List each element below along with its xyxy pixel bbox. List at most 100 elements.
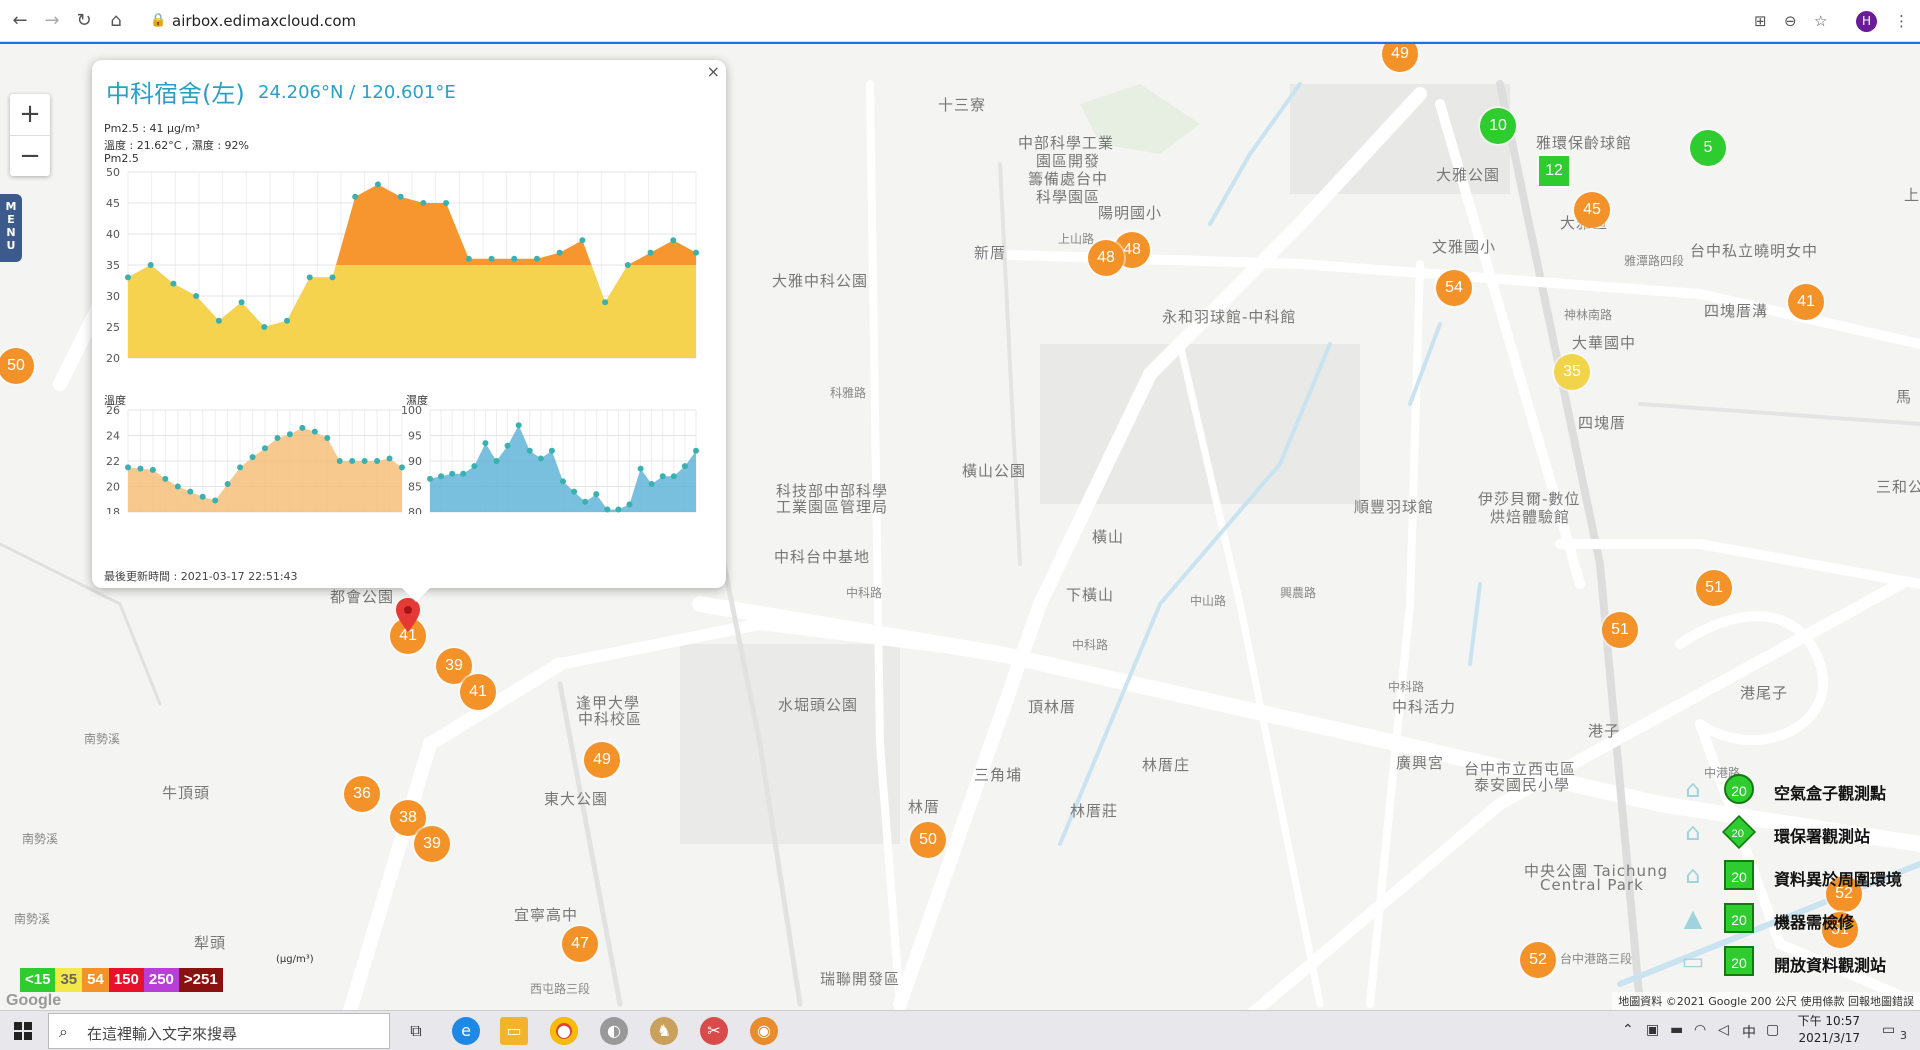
legend-badge: 20 [1724, 946, 1754, 976]
zoom-in-button[interactable]: + [10, 94, 50, 135]
sensor-marker[interactable]: 39 [414, 826, 450, 862]
windows-start-icon[interactable] [14, 1022, 32, 1040]
sensor-marker[interactable]: 41 [1788, 284, 1824, 320]
address-bar[interactable]: 🔒 airbox.edimaxcloud.com [140, 7, 1840, 35]
edge-icon[interactable]: e [452, 1017, 480, 1045]
sensor-marker[interactable]: 36 [344, 776, 380, 812]
app-icon-1[interactable]: ◐ [600, 1017, 628, 1045]
search-placeholder: 在這裡輸入文字來搜尋 [87, 1025, 238, 1043]
data-point [582, 498, 589, 505]
y-tick-label: 50 [106, 166, 120, 179]
sensor-marker[interactable]: 41 [460, 674, 496, 710]
task-view-icon[interactable]: ⧉ [402, 1017, 430, 1045]
map-attribution[interactable]: 地圖資料 ©2021 Google 200 公尺 使用條款 回報地圖錯誤 [1612, 992, 1920, 1010]
reload-icon[interactable]: ↻ [74, 11, 94, 31]
sensor-marker[interactable]: 12 [1539, 156, 1569, 186]
forward-icon[interactable]: → [42, 11, 62, 31]
app-icon-3[interactable]: ✂ [700, 1017, 728, 1045]
road-label: 台中港路三段 [1560, 952, 1633, 966]
data-point [249, 454, 256, 461]
data-point [329, 274, 336, 281]
place-label: 永和羽球館-中科館 [1162, 308, 1297, 326]
sensor-marker[interactable]: 51 [1696, 570, 1732, 606]
place-label: 瑞聯開發區 [820, 970, 901, 988]
data-point [284, 317, 291, 324]
tray-network-icon[interactable]: ▣ [1646, 1022, 1659, 1038]
zoom-icon[interactable]: ⊖ [1784, 12, 1797, 30]
sensor-marker[interactable]: 50 [910, 822, 946, 858]
sensor-marker[interactable]: 49 [584, 742, 620, 778]
more-menu-icon[interactable]: ⋮ [1894, 12, 1909, 30]
data-point [482, 440, 489, 447]
sensor-marker[interactable]: 47 [562, 926, 598, 962]
data-point [420, 200, 427, 206]
sensor-marker[interactable]: 45 [1574, 192, 1610, 228]
station-name: 中科宿舍(左) [106, 80, 245, 108]
data-point [174, 483, 181, 490]
ime-indicator[interactable]: 中 [1742, 1022, 1756, 1042]
tray-volume-icon[interactable]: ◁ [1718, 1022, 1729, 1038]
data-point [170, 280, 177, 287]
sensor-marker[interactable]: 10 [1480, 108, 1516, 144]
scale-unit: (μg/m³) [276, 954, 314, 965]
app-icon-2[interactable]: ♞ [650, 1017, 678, 1045]
chrome-icon[interactable]: ● [550, 1017, 578, 1045]
map-canvas[interactable]: 十三寮 中部科學工業 園區開發 籌備處台中 科學園區 陽明國小 新厝 大雅中科公園 永和羽球館-… [0, 42, 1920, 1010]
data-point [615, 506, 622, 513]
road-label: 中科路 [846, 586, 883, 600]
y-tick-label: 80 [408, 506, 422, 514]
sensor-marker[interactable]: 51 [1602, 612, 1638, 648]
close-popup-button[interactable]: × [707, 62, 720, 81]
legend-label: 環保署觀測站 [1774, 827, 1871, 846]
place-label: 下橫山 [1066, 586, 1115, 604]
selected-location-pin-icon[interactable] [396, 598, 420, 634]
sensor-marker[interactable]: 5 [1690, 130, 1726, 166]
translate-icon[interactable]: ⊞ [1754, 12, 1767, 30]
taskbar-search-box[interactable]: ⌕ 在這裡輸入文字來搜尋 [48, 1013, 390, 1049]
data-point [427, 475, 433, 482]
data-point [187, 488, 194, 495]
legend-badge: 20 [1724, 774, 1754, 804]
place-label: 上 [1904, 186, 1920, 204]
home-icon[interactable]: ⌂ [106, 11, 126, 31]
bookmark-star-icon[interactable]: ☆ [1814, 12, 1827, 30]
data-point [149, 466, 156, 473]
legend-row: ⌂ 20 環保署觀測站 [1678, 813, 1918, 856]
place-label: 大雅公園 [1436, 166, 1501, 184]
zoom-out-button[interactable]: − [10, 135, 50, 176]
back-icon[interactable]: ← [10, 11, 30, 31]
aqi-scale-cell: 250 [143, 968, 179, 992]
data-point [504, 442, 511, 449]
y-tick-label: 35 [106, 259, 120, 272]
tray-chevron-icon[interactable]: ⌃ [1622, 1022, 1634, 1038]
legend-row: ▭ 20 開放資料觀測站 [1678, 942, 1918, 985]
menu-tab[interactable]: MENU [0, 194, 22, 262]
sensor-marker[interactable]: 52 [1520, 942, 1556, 978]
data-point [212, 497, 219, 504]
tray-tablet-icon[interactable]: ▢ [1766, 1022, 1779, 1038]
place-label: 泰安國民小學 [1474, 776, 1571, 794]
sensor-marker[interactable]: 48 [1088, 240, 1124, 276]
place-label: 工業園區管理局 [776, 498, 889, 516]
tray-battery-icon[interactable]: ▬ [1670, 1022, 1683, 1038]
data-point [556, 249, 563, 256]
y-tick-label: 30 [106, 290, 120, 303]
data-point [374, 181, 381, 188]
tray-wifi-icon[interactable]: ◠ [1694, 1022, 1706, 1038]
place-label: 犁頭 [194, 934, 227, 952]
place-label: 林厝 [908, 798, 941, 816]
notification-icon[interactable]: ▭ [1882, 1022, 1895, 1038]
place-label: 馬 [1896, 388, 1913, 406]
legend-badge: 20 [1724, 903, 1754, 933]
place-label: 大華國中 [1572, 334, 1637, 352]
blender-icon[interactable]: ◉ [750, 1017, 778, 1045]
place-label: 三和公園 [1876, 478, 1920, 496]
sensor-marker[interactable]: 54 [1436, 270, 1472, 306]
profile-avatar[interactable]: H [1856, 11, 1877, 32]
sensor-marker[interactable]: 35 [1554, 354, 1590, 390]
road-label: 上山路 [1058, 232, 1095, 246]
clock[interactable]: 下午 10:57 2021/3/17 [1792, 1013, 1860, 1047]
y-tick-label: 20 [106, 481, 120, 494]
browser-toolbar: ← → ↻ ⌂ 🔒 airbox.edimaxcloud.com ⊞ ⊖ ☆ H… [0, 0, 1920, 42]
file-explorer-icon[interactable]: ▭ [500, 1017, 528, 1045]
